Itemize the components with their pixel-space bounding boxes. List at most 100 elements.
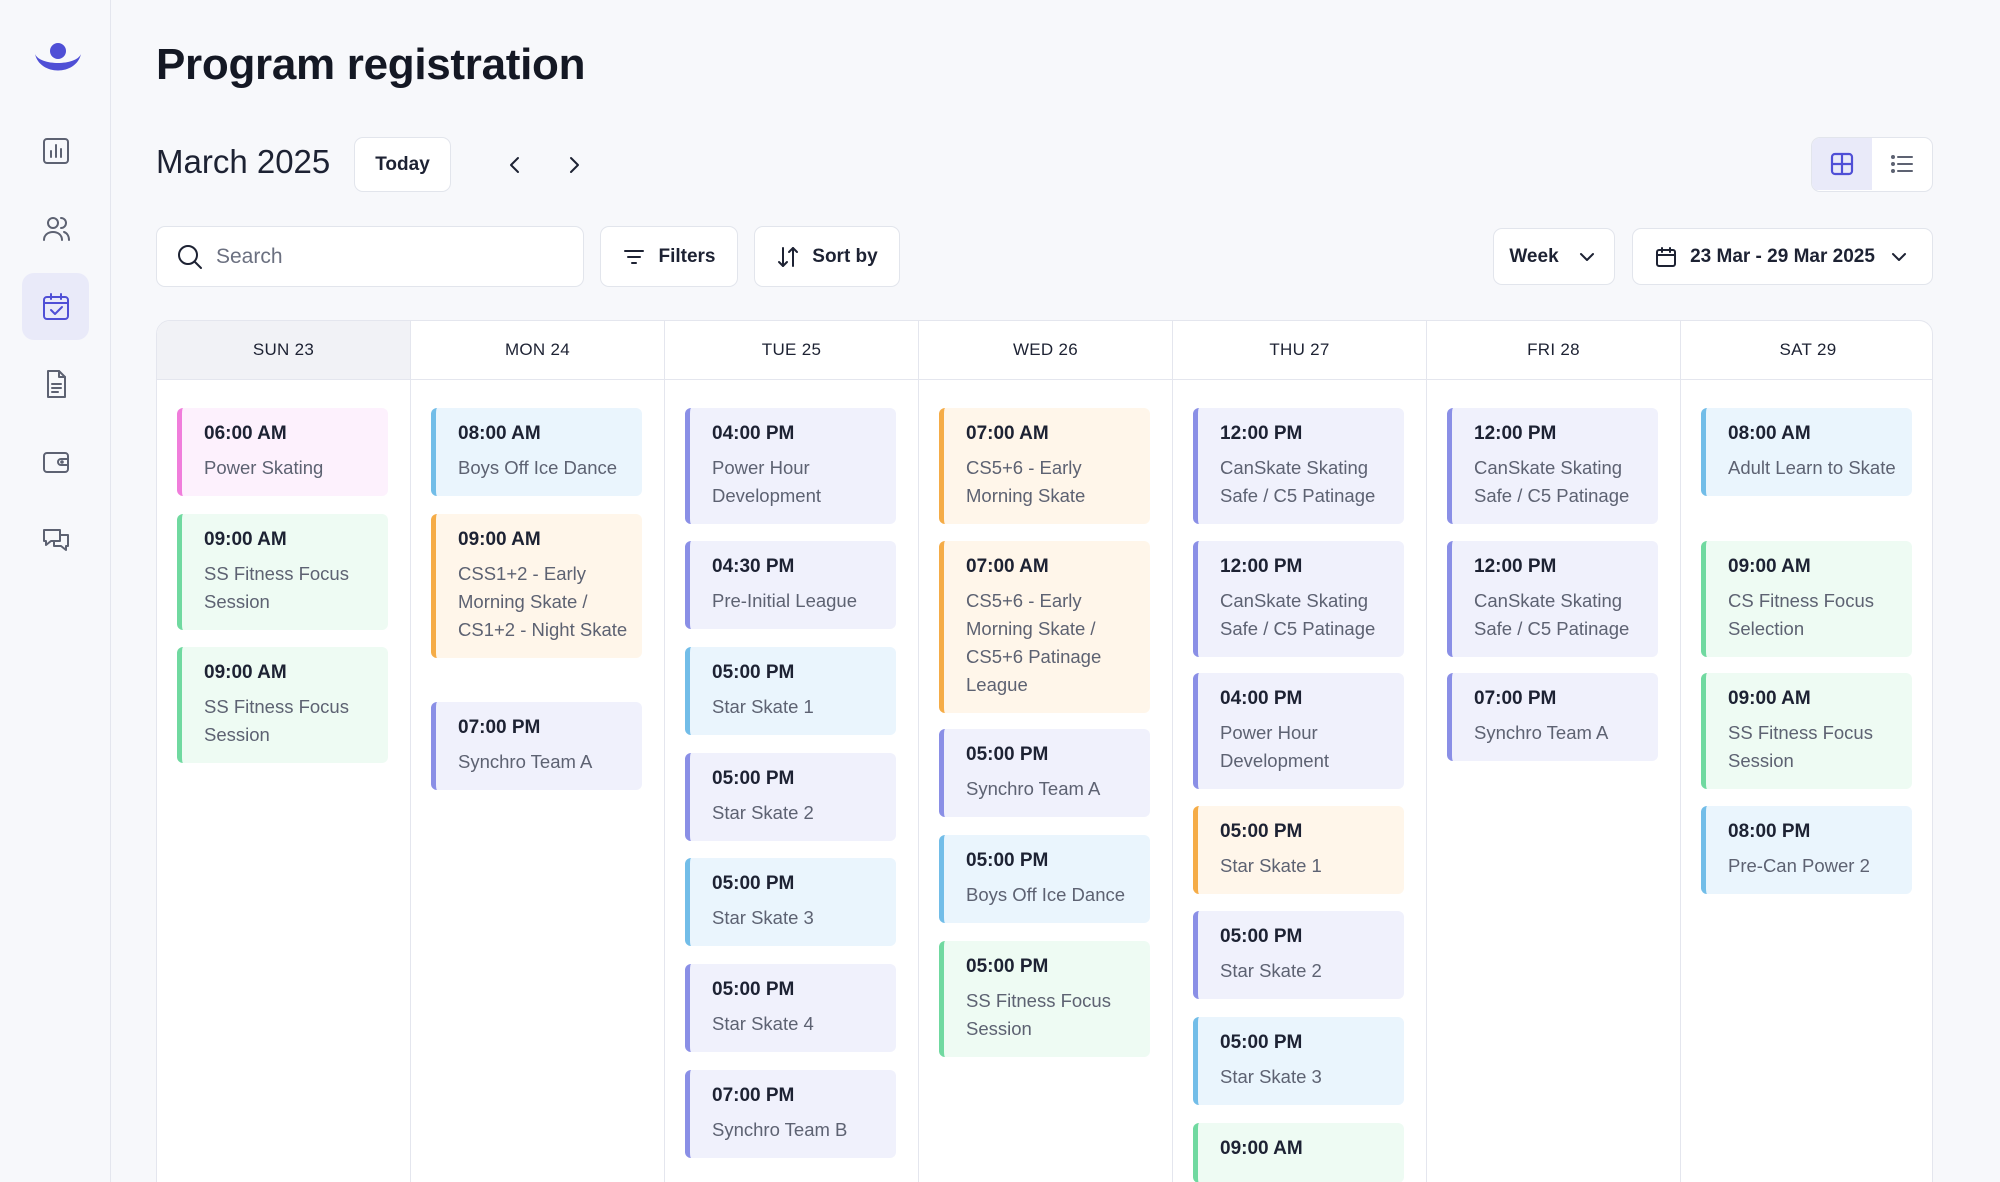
wallet-icon [42, 451, 69, 473]
day-column: MON 24 08:00 AM Boys Off Ice Dance 09:00 AM… [411, 321, 665, 1182]
event-card[interactable]: 12:00 PM CanSkate Skating Safe / C5 Patin… [1193, 408, 1404, 524]
event-time: 12:00 PM [1474, 423, 1557, 444]
calendar-check-icon [42, 292, 69, 320]
event-card[interactable]: 09:00 AM CSS1+2 - Early Morning Skate / C… [431, 514, 642, 658]
event-card[interactable]: 04:00 PM Power Hour Development [1193, 673, 1404, 789]
calendar-icon [1656, 246, 1677, 267]
event-card[interactable]: 05:00 PM Star Skate 3 [1193, 1017, 1404, 1105]
event-card[interactable]: 07:00 AM CS5+6 - Early Morning Skate / CS… [939, 541, 1150, 713]
list-view-button[interactable] [1872, 138, 1932, 190]
day-header[interactable]: MON 24 [411, 321, 664, 380]
search-input[interactable] [216, 244, 576, 269]
chevron-down-icon [1891, 252, 1906, 261]
event-name: Synchro Team A [458, 751, 593, 772]
event-card[interactable]: 05:00 PM Boys Off Ice Dance [939, 835, 1150, 923]
event-name: Star Skate 2 [712, 802, 814, 823]
day-header[interactable]: SAT 29 [1681, 321, 1932, 380]
event-time: 07:00 PM [1474, 688, 1557, 709]
day-header[interactable]: THU 27 [1173, 321, 1426, 380]
day-column: WED 26 07:00 AM CS5+6 - Early Morning Skat… [919, 321, 1173, 1182]
event-card[interactable]: 05:00 PM Star Skate 2 [685, 753, 896, 841]
event-time: 05:00 PM [1220, 821, 1303, 842]
event-name: Synchro Team A [966, 778, 1101, 799]
sidebar [0, 0, 111, 1182]
event-name: SS Fitness Focus Session [204, 563, 349, 612]
event-card[interactable]: 09:00 AM [1193, 1123, 1404, 1182]
event-time: 04:00 PM [1220, 688, 1303, 709]
event-card[interactable]: 07:00 PM Synchro Team A [1447, 673, 1658, 761]
event-card[interactable]: 05:00 PM SS Fitness Focus Session [939, 941, 1150, 1057]
event-card[interactable]: 05:00 PM Star Skate 3 [685, 858, 896, 946]
event-card[interactable]: 12:00 PM CanSkate Skating Safe / C5 Patin… [1447, 408, 1658, 524]
sidebar-item-programs[interactable] [22, 273, 89, 340]
week-calendar: SUN 23 06:00 AM Power Skating 09:00 AM SS Fi… [156, 320, 1933, 1182]
event-card[interactable]: 09:00 AM CS Fitness Focus Selection [1701, 541, 1912, 657]
event-card[interactable]: 05:00 PM Star Skate 1 [685, 647, 896, 735]
event-name: Star Skate 2 [1220, 960, 1322, 981]
event-card[interactable]: 04:30 PM Pre-Initial League [685, 541, 896, 629]
event-time: 05:00 PM [712, 873, 795, 894]
day-header[interactable]: SUN 23 [157, 321, 410, 380]
event-time: 05:00 PM [966, 850, 1049, 871]
event-time: 09:00 AM [1728, 556, 1811, 577]
filters-label: Filters [658, 245, 716, 267]
event-card[interactable]: 05:00 PM Star Skate 1 [1193, 806, 1404, 894]
chat-icon [42, 528, 69, 551]
today-button[interactable]: Today [354, 137, 451, 192]
event-card[interactable]: 09:00 AM SS Fitness Focus Session [177, 514, 388, 630]
event-card[interactable]: 09:00 AM SS Fitness Focus Session [1701, 673, 1912, 789]
chevron-down-icon [1579, 252, 1594, 261]
sidebar-item-documents[interactable] [22, 350, 89, 417]
event-time: 04:30 PM [712, 556, 795, 577]
event-card[interactable]: 07:00 PM Synchro Team B [685, 1070, 896, 1158]
event-time: 09:00 AM [458, 529, 541, 550]
event-card[interactable]: 07:00 AM CS5+6 - Early Morning Skate [939, 408, 1150, 524]
month-label: March 2025 [156, 143, 331, 180]
grid-view-button[interactable] [1812, 138, 1872, 190]
event-card[interactable]: 08:00 PM Pre-Can Power 2 [1701, 806, 1912, 894]
day-column: FRI 28 12:00 PM CanSkate Skating Safe / C5… [1427, 321, 1681, 1182]
logo-icon[interactable] [32, 40, 84, 84]
day-header[interactable]: WED 26 [919, 321, 1172, 380]
sidebar-item-payments[interactable] [22, 428, 89, 495]
date-range-picker[interactable]: 23 Mar - 29 Mar 2025 [1632, 228, 1933, 285]
event-name: CanSkate Skating Safe / C5 Patinage [1220, 457, 1376, 506]
sidebar-item-reports[interactable] [22, 117, 89, 184]
event-card[interactable]: 04:00 PM Power Hour Development [685, 408, 896, 524]
event-time: 12:00 PM [1220, 556, 1303, 577]
filter-icon [624, 249, 645, 264]
day-column: TUE 25 04:00 PM Power Hour Development 04:3… [665, 321, 919, 1182]
previous-button[interactable] [498, 148, 532, 182]
event-name: CanSkate Skating Safe / C5 Patinage [1474, 457, 1630, 506]
event-card[interactable]: 07:00 PM Synchro Team A [431, 702, 642, 790]
event-card[interactable]: 08:00 AM Boys Off Ice Dance [431, 408, 642, 496]
day-header[interactable]: TUE 25 [665, 321, 918, 380]
day-header[interactable]: FRI 28 [1427, 321, 1680, 380]
event-card[interactable]: 12:00 PM CanSkate Skating Safe / C5 Patin… [1193, 541, 1404, 657]
view-range-select[interactable]: Week [1493, 228, 1615, 285]
event-card[interactable]: 05:00 PM Star Skate 2 [1193, 911, 1404, 999]
event-card[interactable]: 05:00 PM Star Skate 4 [685, 964, 896, 1052]
event-card[interactable]: 06:00 AM Power Skating [177, 408, 388, 496]
event-card[interactable]: 05:00 PM Synchro Team A [939, 729, 1150, 817]
event-time: 07:00 AM [966, 556, 1049, 577]
event-name: Star Skate 3 [712, 907, 814, 928]
event-card[interactable]: 08:00 AM Adult Learn to Skate [1701, 408, 1912, 496]
filters-button[interactable]: Filters [600, 226, 738, 287]
sort-button[interactable]: Sort by [754, 226, 900, 287]
event-card[interactable]: 09:00 AM SS Fitness Focus Session [177, 647, 388, 763]
event-time: 09:00 AM [204, 662, 287, 683]
event-name: CS5+6 - Early Morning Skate / CS5+6 Pati… [966, 590, 1102, 695]
event-name: Power Hour Development [712, 457, 822, 506]
sidebar-item-messages[interactable] [22, 506, 89, 573]
event-time: 07:00 AM [966, 423, 1049, 444]
event-card[interactable]: 12:00 PM CanSkate Skating Safe / C5 Patin… [1447, 541, 1658, 657]
next-button[interactable] [557, 148, 591, 182]
event-name: Adult Learn to Skate [1728, 457, 1896, 478]
users-icon [42, 216, 70, 241]
sidebar-item-members[interactable] [22, 195, 89, 262]
event-name: SS Fitness Focus Session [966, 990, 1111, 1039]
event-name: Synchro Team A [1474, 722, 1609, 743]
chart-icon [42, 137, 69, 164]
event-name: CanSkate Skating Safe / C5 Patinage [1220, 590, 1376, 639]
